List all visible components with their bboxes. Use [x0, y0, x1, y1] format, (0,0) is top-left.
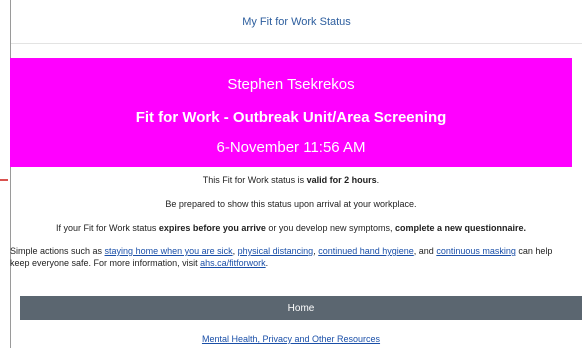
link-hand-hygiene[interactable]: continued hand hygiene — [318, 246, 414, 256]
employee-name: Stephen Tsekrekos — [227, 76, 355, 93]
status-banner: Stephen Tsekrekos Fit for Work - Outbrea… — [10, 58, 572, 167]
status-datetime: 6-November 11:56 AM — [216, 139, 366, 156]
page-header: My Fit for Work Status — [11, 0, 582, 44]
safety-actions-paragraph: Simple actions such as staying home when… — [10, 245, 570, 269]
actions-prefix: Simple actions such as — [10, 246, 105, 256]
link-fitforwork-site[interactable]: ahs.ca/fitforwork — [200, 258, 266, 268]
screening-title: Fit for Work - Outbreak Unit/Area Screen… — [135, 109, 447, 126]
expiry-text-1: If your Fit for Work status — [55, 223, 159, 233]
expiry-bold-2: complete a new questionnaire. — [394, 223, 527, 233]
validity-end: . — [376, 175, 380, 185]
home-button[interactable]: Home — [20, 296, 582, 320]
validity-duration: valid for 2 hours — [306, 175, 377, 185]
prepared-message: Be prepared to show this status upon arr… — [165, 199, 417, 209]
validity-text: This Fit for Work status is — [202, 175, 307, 185]
page-title: My Fit for Work Status — [242, 15, 351, 28]
footer: Mental Health, Privacy and Other Resourc… — [0, 334, 582, 344]
actions-end: . — [265, 258, 269, 268]
validity-message: This Fit for Work status is valid for 2 … — [0, 175, 582, 185]
link-physical-distancing[interactable]: physical distancing — [238, 246, 314, 256]
expiry-bold-1: expires before you arrive — [158, 223, 266, 233]
actions-sep-3: , and — [413, 246, 437, 256]
link-staying-home[interactable]: staying home when you are sick — [105, 246, 233, 256]
resources-link[interactable]: Mental Health, Privacy and Other Resourc… — [202, 334, 380, 344]
expiry-message: If your Fit for Work status expires befo… — [0, 223, 582, 233]
link-continuous-masking[interactable]: continuous masking — [436, 246, 516, 256]
expiry-text-2: or you develop new symptoms, — [265, 223, 395, 233]
